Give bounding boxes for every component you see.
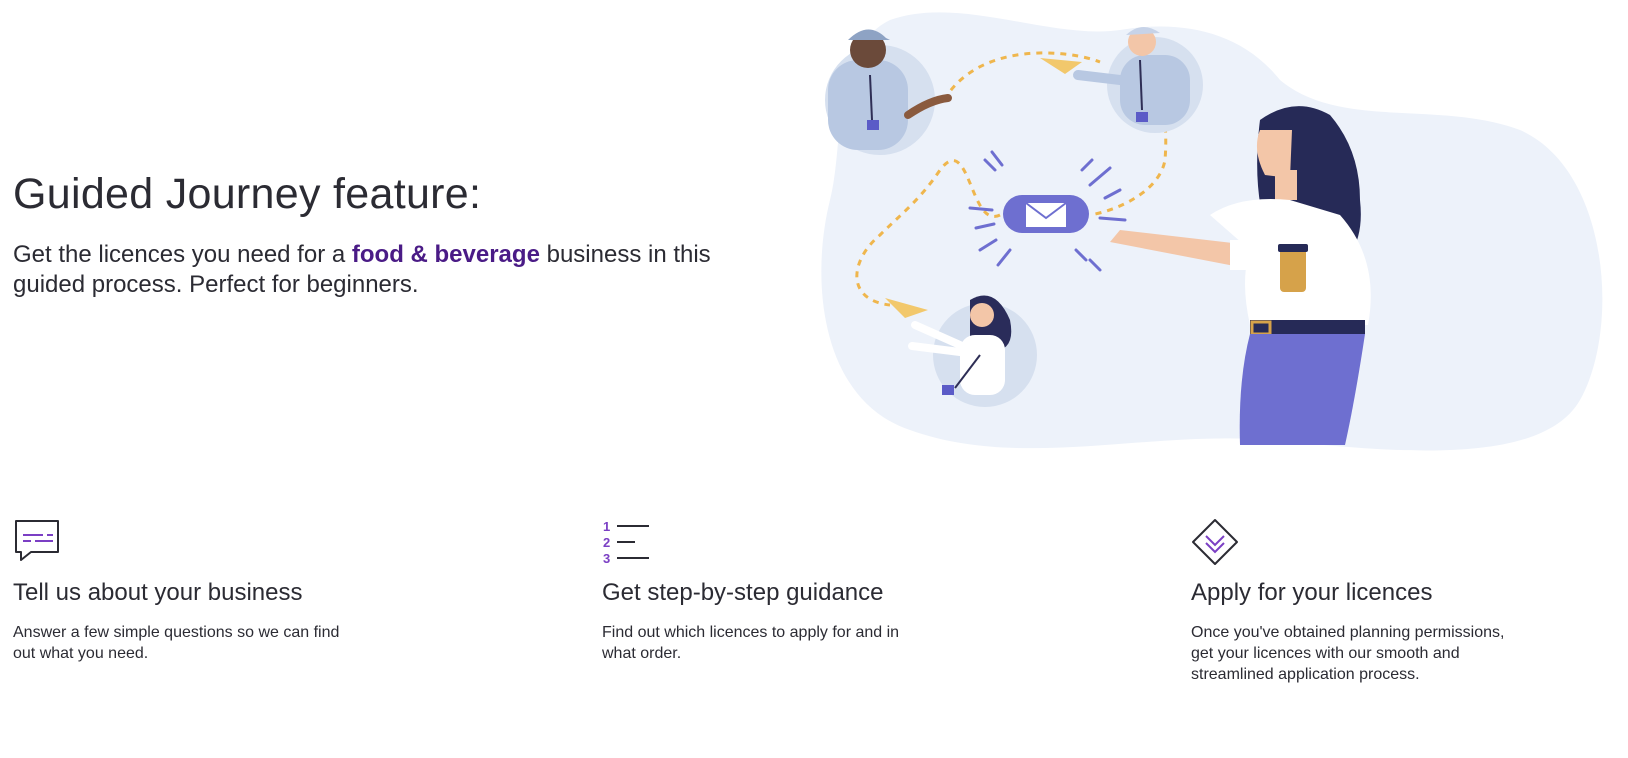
background-blob — [821, 12, 1603, 451]
feature-description: Find out which licences to apply for and… — [602, 624, 900, 662]
feature-card-apply: Apply for your licences Once you've obta… — [1191, 518, 1521, 685]
envelope-button — [1003, 195, 1089, 233]
hero-illustration — [821, 12, 1603, 451]
numbered-list-icon: 1 2 3 — [603, 519, 649, 566]
subtitle-text-start: Get the licences you need for a — [13, 241, 352, 268]
feature-title: Get step-by-step guidance — [602, 579, 884, 606]
feature-card-tell-us: Tell us about your business Answer a few… — [13, 518, 343, 664]
list-number: 3 — [603, 551, 610, 566]
feature-title: Tell us about your business — [13, 579, 303, 606]
feature-description: Answer a few simple questions so we can … — [13, 624, 340, 662]
feature-description: Once you've obtained planning permission… — [1191, 624, 1505, 683]
chat-bubble-icon — [15, 520, 59, 561]
list-number: 2 — [603, 535, 610, 550]
feature-card-step-by-step: 1 2 3 Get step-by-step guidance Find out… — [602, 518, 932, 664]
feature-title: Apply for your licences — [1191, 579, 1433, 606]
business-type-highlight: food & beverage — [351, 241, 540, 268]
page-title: Guided Journey feature: — [13, 170, 482, 218]
hero-subtitle: Get the licences you need for a food & b… — [13, 240, 713, 300]
list-number: 1 — [603, 519, 610, 534]
diamond-chevron-down-icon — [1192, 519, 1238, 565]
